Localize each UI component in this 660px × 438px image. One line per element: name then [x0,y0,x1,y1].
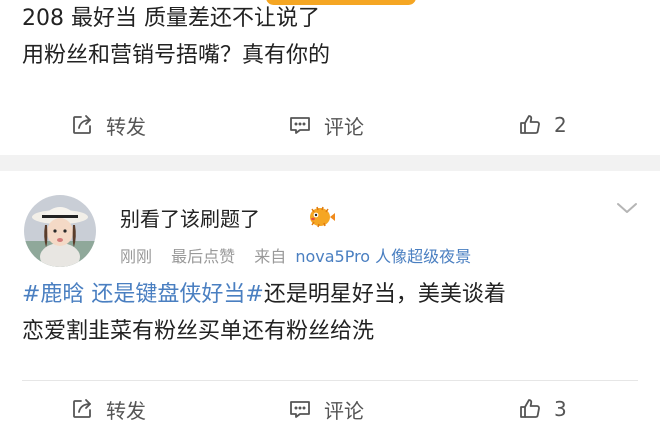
post-1-text: 208 最好当 质量差还不让说了 用粉丝和营销号捂嘴？真有你的 [22,0,330,74]
repost-label: 转发 [106,114,146,139]
post-2: 别看了该刷题了 刚刚 最后点赞 来自 nova5Pro 人像超级夜景 #鹿晗 还… [0,171,660,438]
post-2-line-1-text: 还是明星好当，美美谈着 [263,282,506,307]
post-meta: 刚刚 最后点赞 来自 nova5Pro 人像超级夜景 [120,243,471,267]
like-icon [520,115,540,134]
post-1-like-button[interactable]: 2 [518,100,567,150]
avatar[interactable] [24,195,96,267]
hashtag-link[interactable]: #鹿晗 还是键盘侠好当# [22,282,264,307]
comment-label: 评论 [324,398,364,423]
post-1: 208 最好当 质量差还不让说了 用粉丝和营销号捂嘴？真有你的 转发 评论 2 [0,0,660,155]
post-1-repost-button[interactable]: 转发 [70,100,146,150]
repost-icon [73,399,91,418]
post-2-comment-button[interactable]: 评论 [288,384,364,434]
post-2-repost-button[interactable]: 转发 [70,384,146,434]
post-2-line-1: #鹿晗 还是键盘侠好当#还是明星好当，美美谈着 [22,276,506,313]
post-2-like-button[interactable]: 3 [518,384,567,434]
comment-label: 评论 [324,114,364,139]
avatar-image [24,195,96,267]
like-icon [520,399,540,418]
last-like-note: 最后点赞 [171,247,236,266]
repost-icon [73,115,91,134]
post-separator [0,155,660,171]
chevron-down-icon[interactable] [614,199,640,217]
source-device-link[interactable]: nova5Pro 人像超级夜景 [295,247,471,266]
pufferfish-emoji-icon [310,206,335,228]
post-2-divider [22,380,638,381]
post-time: 刚刚 [120,247,153,266]
repost-label: 转发 [106,398,146,423]
post-1-line-2: 用粉丝和营销号捂嘴？真有你的 [22,43,331,68]
post-2-line-2: 恋爱割韭菜有粉丝买单还有粉丝给洗 [22,319,375,344]
like-count: 2 [554,113,567,137]
like-count: 3 [554,397,567,421]
comment-icon [290,401,310,418]
username[interactable]: 别看了该刷题了 [120,203,260,232]
post-2-text: #鹿晗 还是键盘侠好当#还是明星好当，美美谈着 恋爱割韭菜有粉丝买单还有粉丝给洗 [22,276,506,350]
post-1-action-bar: 转发 评论 2 [0,100,660,150]
post-2-action-bar: 转发 评论 3 [0,384,660,434]
comment-icon [290,117,310,134]
source-label: 来自 [254,247,287,266]
post-1-comment-button[interactable]: 评论 [288,100,364,150]
post-1-line-1: 208 最好当 质量差还不让说了 [22,6,320,31]
